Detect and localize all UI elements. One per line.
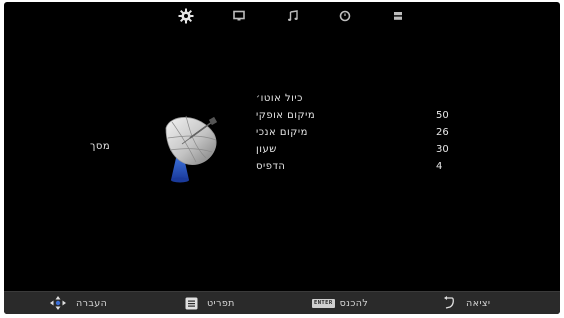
tab-lock[interactable] [390, 8, 406, 24]
menu-item-v-position[interactable]: מיקום אנכי 26 [250, 124, 460, 141]
menu-item-value: 50 [436, 110, 449, 121]
clock-icon [339, 10, 351, 22]
osd-screen: מסך כיול אוטו׳ מיקום אופקי 50 מיקום אנכי… [4, 2, 560, 314]
hint-bar: העברה תפריט ENTER להכנס יציאה [4, 291, 560, 314]
tab-audio[interactable] [285, 8, 301, 24]
hint-menu: תפריט [185, 292, 235, 314]
hint-exit: יציאה [442, 292, 490, 314]
return-arrow-icon [444, 296, 454, 309]
menu-item-label: מיקום אופקי [256, 110, 316, 121]
hint-enter-label: להכנס [339, 297, 369, 309]
menu-item-value: 26 [436, 127, 449, 138]
hint-exit-label: יציאה [466, 297, 491, 309]
menu-item-auto-adjust[interactable]: כיול אוטו׳ [250, 90, 460, 107]
tab-time[interactable] [337, 8, 353, 24]
lock-icon [394, 12, 402, 20]
menu-item-label: הדפיס [256, 161, 286, 172]
hint-move: העברה [50, 292, 107, 314]
menu-item-value: 30 [436, 144, 449, 155]
hint-menu-label: תפריט [207, 297, 235, 309]
menu-item-label: כיול אוטו׳ [256, 93, 303, 104]
menu-list-icon [185, 297, 198, 309]
menu-item-phase[interactable]: הדפיס 4 [250, 158, 460, 175]
menu-item-clock[interactable]: שעון 30 [250, 141, 460, 158]
tab-settings[interactable] [178, 8, 194, 24]
hint-move-label: העברה [76, 297, 108, 309]
music-note-icon [288, 10, 298, 21]
tab-picture[interactable] [231, 8, 247, 24]
menu-item-label: שעון [256, 144, 277, 155]
top-tab-bar [4, 2, 560, 30]
monitor-icon [233, 10, 245, 21]
menu-item-value: 4 [436, 161, 443, 172]
satellite-dish-icon [160, 108, 222, 184]
gear-icon [178, 8, 194, 24]
dpad-arrows-icon [50, 296, 66, 310]
menu-item-h-position[interactable]: מיקום אופקי 50 [250, 107, 460, 124]
hint-enter: ENTER להכנס [312, 292, 368, 314]
menu-item-label: מיקום אנכי [256, 127, 308, 138]
enter-key-icon: ENTER [312, 298, 335, 308]
section-title: מסך [90, 141, 111, 152]
geometry-menu: כיול אוטו׳ מיקום אופקי 50 מיקום אנכי 26 … [250, 90, 460, 175]
